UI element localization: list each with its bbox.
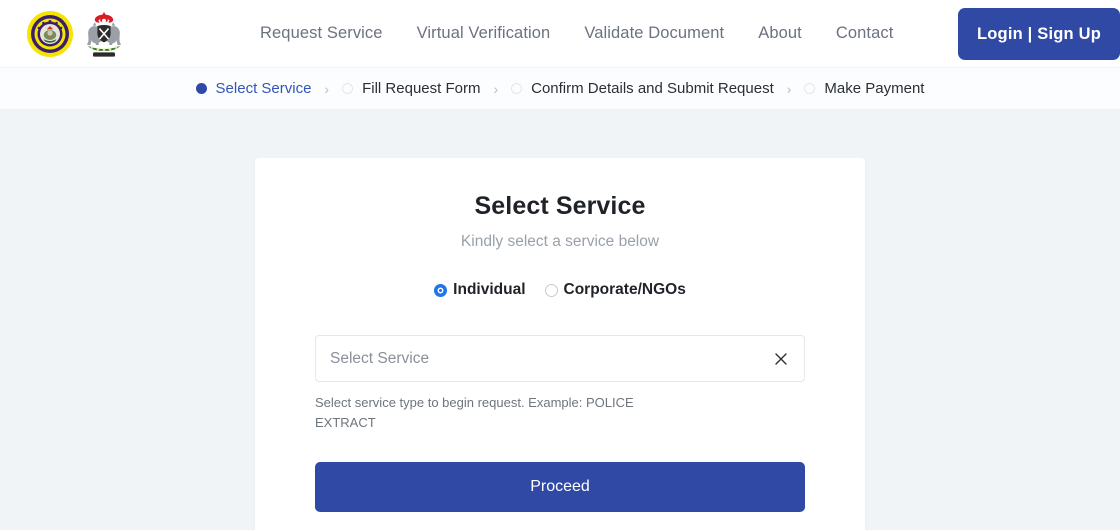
step-dot-idle-icon bbox=[804, 83, 815, 94]
step-select-service[interactable]: Select Service bbox=[196, 80, 312, 97]
step-label: Fill Request Form bbox=[362, 80, 480, 97]
chevron-right-icon: › bbox=[324, 81, 329, 97]
nav-item-virtual-verification[interactable]: Virtual Verification bbox=[417, 24, 551, 43]
nav-item-contact[interactable]: Contact bbox=[836, 24, 894, 43]
page-title: Select Service bbox=[315, 192, 805, 221]
page-subtitle: Kindly select a service below bbox=[315, 233, 805, 251]
nav-item-validate-document[interactable]: Validate Document bbox=[584, 24, 724, 43]
site-header: Request Service Virtual Verification Val… bbox=[0, 0, 1120, 68]
nigeria-police-force-seal-icon bbox=[26, 9, 74, 59]
page-body: Select Service Kindly select a service b… bbox=[0, 110, 1120, 529]
login-signup-button[interactable]: Login | Sign Up bbox=[958, 8, 1120, 60]
radio-unchecked-icon[interactable] bbox=[545, 284, 558, 297]
step-confirm-details[interactable]: Confirm Details and Submit Request bbox=[511, 80, 774, 97]
proceed-button[interactable]: Proceed bbox=[315, 462, 805, 512]
nigeria-coat-of-arms-icon bbox=[78, 8, 130, 60]
step-dot-idle-icon bbox=[342, 83, 353, 94]
applicant-type-radio-group: Individual Corporate/NGOs bbox=[315, 281, 805, 299]
progress-stepper: Select Service › Fill Request Form › Con… bbox=[0, 68, 1120, 110]
brand-logos[interactable] bbox=[26, 8, 130, 60]
step-fill-request-form[interactable]: Fill Request Form bbox=[342, 80, 480, 97]
step-dot-active-icon bbox=[196, 83, 207, 94]
chevron-right-icon: › bbox=[787, 81, 792, 97]
nav-item-about[interactable]: About bbox=[758, 24, 802, 43]
radio-checked-icon[interactable] bbox=[434, 284, 447, 297]
step-dot-idle-icon bbox=[511, 83, 522, 94]
step-label: Confirm Details and Submit Request bbox=[531, 80, 774, 97]
radio-label: Individual bbox=[453, 281, 525, 299]
service-select-helper-text: Select service type to begin request. Ex… bbox=[315, 393, 645, 432]
close-icon[interactable] bbox=[772, 350, 790, 368]
service-select-placeholder: Select Service bbox=[330, 350, 772, 368]
service-select[interactable]: Select Service bbox=[315, 335, 805, 382]
step-make-payment[interactable]: Make Payment bbox=[804, 80, 924, 97]
nav-item-request-service[interactable]: Request Service bbox=[260, 24, 383, 43]
step-label: Select Service bbox=[216, 80, 312, 97]
close-icon-glyph bbox=[773, 351, 789, 367]
chevron-right-icon: › bbox=[493, 81, 498, 97]
primary-navigation: Request Service Virtual Verification Val… bbox=[260, 24, 893, 43]
step-label: Make Payment bbox=[824, 80, 924, 97]
select-service-card: Select Service Kindly select a service b… bbox=[255, 158, 865, 530]
radio-option-individual[interactable]: Individual bbox=[434, 281, 525, 299]
radio-option-corporate-ngos[interactable]: Corporate/NGOs bbox=[545, 281, 686, 299]
radio-label: Corporate/NGOs bbox=[564, 281, 686, 299]
